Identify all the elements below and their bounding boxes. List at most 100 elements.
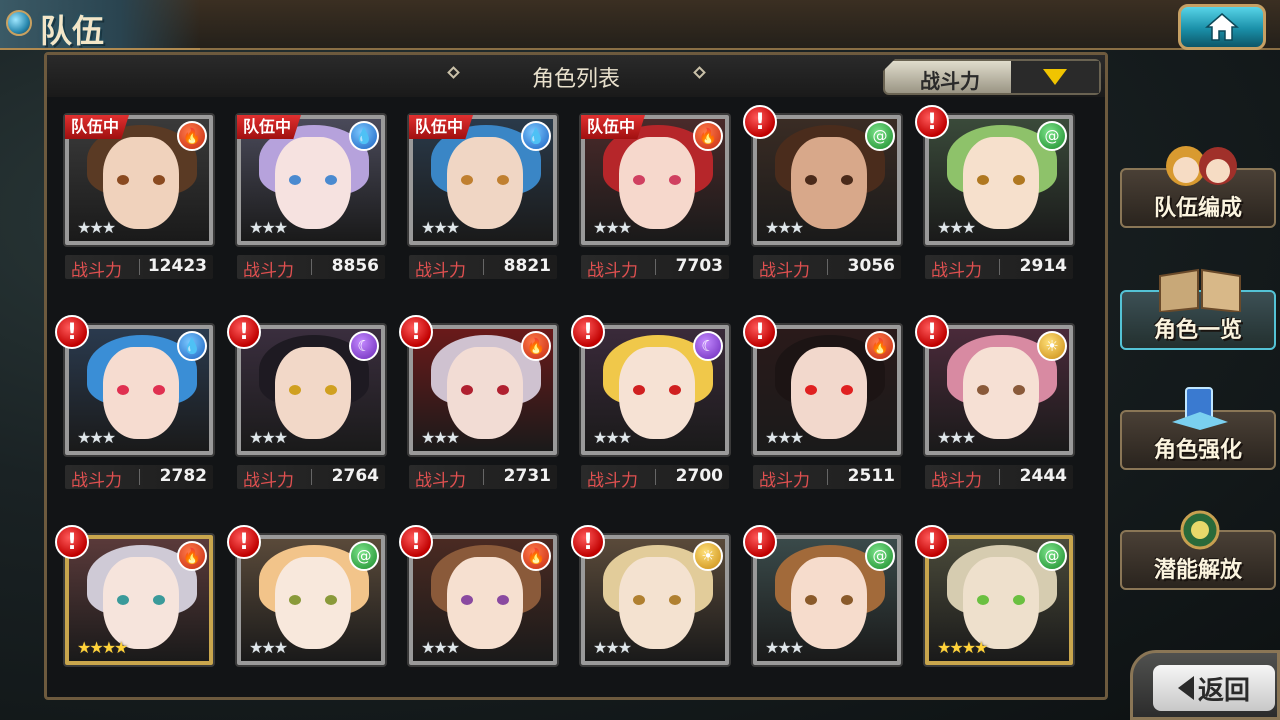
- page-title: 队伍: [40, 12, 105, 50]
- character-eye: [841, 595, 853, 605]
- alert-icon: !: [915, 105, 949, 139]
- character-portrait[interactable]: @ ★★★★: [925, 535, 1073, 665]
- character-portrait[interactable]: ☾ ★★★: [237, 325, 385, 455]
- character-portrait[interactable]: @ ★★★: [925, 115, 1073, 245]
- divider: [483, 259, 484, 275]
- sort-dropdown[interactable]: 战斗力: [883, 59, 1101, 95]
- top-bar: 队伍: [0, 0, 1280, 50]
- in-team-badge: 队伍中: [581, 115, 646, 139]
- character-card[interactable]: 💧 ★★★ 队伍中 战斗力 8856: [233, 113, 385, 291]
- character-eye: [977, 595, 989, 605]
- wind-element-icon: @: [349, 541, 379, 571]
- character-eye: [841, 175, 853, 185]
- alert-icon: !: [399, 525, 433, 559]
- character-card[interactable]: @ ★★★! 战斗力 2914: [915, 105, 1073, 291]
- character-portrait[interactable]: @ ★★★: [753, 115, 901, 245]
- character-card[interactable]: @ ★★★!: [227, 525, 385, 711]
- power-value: 2731: [503, 466, 551, 486]
- character-card[interactable]: ☾ ★★★! 战斗力 2764: [227, 315, 385, 501]
- character-card[interactable]: 💧 ★★★ 队伍中 战斗力 8821: [405, 113, 557, 291]
- water-element-icon: 💧: [177, 331, 207, 361]
- character-card[interactable]: @ ★★★! 战斗力 3056: [743, 105, 901, 291]
- character-card[interactable]: 🔥 ★★★ 队伍中 战斗力 12423: [61, 113, 213, 291]
- character-portrait[interactable]: 🔥 ★★★★: [65, 535, 213, 665]
- character-portrait[interactable]: ☾ ★★★: [581, 325, 729, 455]
- team-formation-button[interactable]: 队伍编成: [1120, 146, 1276, 228]
- power-value: 2782: [159, 466, 207, 486]
- character-face: [963, 137, 1039, 229]
- back-button[interactable]: 返回: [1130, 650, 1280, 720]
- panel-header: 角色列表 战斗力: [47, 55, 1105, 97]
- alert-icon: !: [571, 525, 605, 559]
- character-card[interactable]: 💧 ★★★! 战斗力 2782: [55, 315, 213, 501]
- potential-unlock-button[interactable]: 潜能解放: [1120, 510, 1276, 590]
- power-label: 战斗力: [587, 261, 638, 281]
- in-team-badge: 队伍中: [65, 115, 130, 139]
- power-label: 战斗力: [931, 261, 982, 281]
- character-face: [103, 557, 179, 649]
- character-eye: [289, 385, 301, 395]
- character-portrait[interactable]: 🔥 ★★★: [753, 325, 901, 455]
- power-row: 战斗力 2700: [581, 465, 729, 491]
- gem-icon: [6, 10, 32, 36]
- alert-icon: !: [571, 315, 605, 349]
- character-card[interactable]: 🔥 ★★★! 战斗力 2731: [399, 315, 557, 501]
- character-card[interactable]: 🔥 ★★★! 战斗力 2511: [743, 315, 901, 501]
- character-face: [103, 137, 179, 229]
- rarity-stars: ★★★: [593, 428, 632, 447]
- character-card[interactable]: @ ★★★!: [743, 525, 901, 711]
- divider: [483, 469, 484, 485]
- character-portrait[interactable]: 💧 ★★★: [65, 325, 213, 455]
- fire-element-icon: 🔥: [521, 541, 551, 571]
- character-card[interactable]: ☾ ★★★! 战斗力 2700: [571, 315, 729, 501]
- alert-icon: !: [227, 315, 261, 349]
- rarity-stars: ★★★: [249, 638, 288, 657]
- character-card[interactable]: ☀ ★★★! 战斗力 2444: [915, 315, 1073, 501]
- character-portrait[interactable]: ☀ ★★★: [925, 325, 1073, 455]
- character-face: [791, 347, 867, 439]
- light-element-icon: ☀: [693, 541, 723, 571]
- team-portraits-icon: [1166, 146, 1237, 186]
- rarity-stars: ★★★: [249, 218, 288, 237]
- dropdown-arrow-icon[interactable]: [1011, 61, 1099, 93]
- character-portrait[interactable]: @ ★★★: [237, 535, 385, 665]
- character-eye: [461, 175, 473, 185]
- side-label: 队伍编成: [1153, 196, 1242, 221]
- character-portrait[interactable]: @ ★★★: [753, 535, 901, 665]
- power-row: 战斗力 2511: [753, 465, 901, 491]
- title-plate: 队伍: [0, 0, 200, 50]
- character-eye: [117, 595, 129, 605]
- alert-icon: !: [399, 315, 433, 349]
- character-portrait[interactable]: 🔥 ★★★: [409, 535, 557, 665]
- character-portrait[interactable]: ☀ ★★★: [581, 535, 729, 665]
- character-portrait[interactable]: 🔥 ★★★: [409, 325, 557, 455]
- character-eye: [633, 175, 645, 185]
- power-value: 2444: [1019, 466, 1067, 486]
- power-label: 战斗力: [243, 261, 294, 281]
- character-eye: [117, 385, 129, 395]
- side-label: 潜能解放: [1153, 558, 1242, 583]
- alert-icon: !: [55, 525, 89, 559]
- home-icon: [1205, 13, 1239, 41]
- character-list-button[interactable]: 角色一览: [1120, 268, 1276, 350]
- divider: [311, 259, 312, 275]
- character-face: [275, 137, 351, 229]
- character-face: [447, 347, 523, 439]
- home-button[interactable]: [1178, 4, 1266, 50]
- wind-element-icon: @: [1037, 121, 1067, 151]
- character-eye: [153, 595, 165, 605]
- back-button-face: 返回: [1153, 665, 1275, 711]
- character-card[interactable]: 🔥 ★★★ 队伍中 战斗力 7703: [577, 113, 729, 291]
- character-enhance-button[interactable]: 角色强化: [1120, 387, 1276, 470]
- wind-element-icon: @: [1037, 541, 1067, 571]
- character-card[interactable]: 🔥 ★★★★!: [55, 525, 213, 711]
- power-value: 2700: [675, 466, 723, 486]
- character-card[interactable]: @ ★★★★!: [915, 525, 1073, 711]
- character-eye: [497, 595, 509, 605]
- rarity-stars: ★★★: [421, 428, 460, 447]
- character-card[interactable]: 🔥 ★★★!: [399, 525, 557, 711]
- power-row: 战斗力 8821: [409, 255, 557, 281]
- rarity-stars: ★★★★: [937, 638, 988, 657]
- in-team-badge: 队伍中: [409, 115, 474, 139]
- character-card[interactable]: ☀ ★★★!: [571, 525, 729, 711]
